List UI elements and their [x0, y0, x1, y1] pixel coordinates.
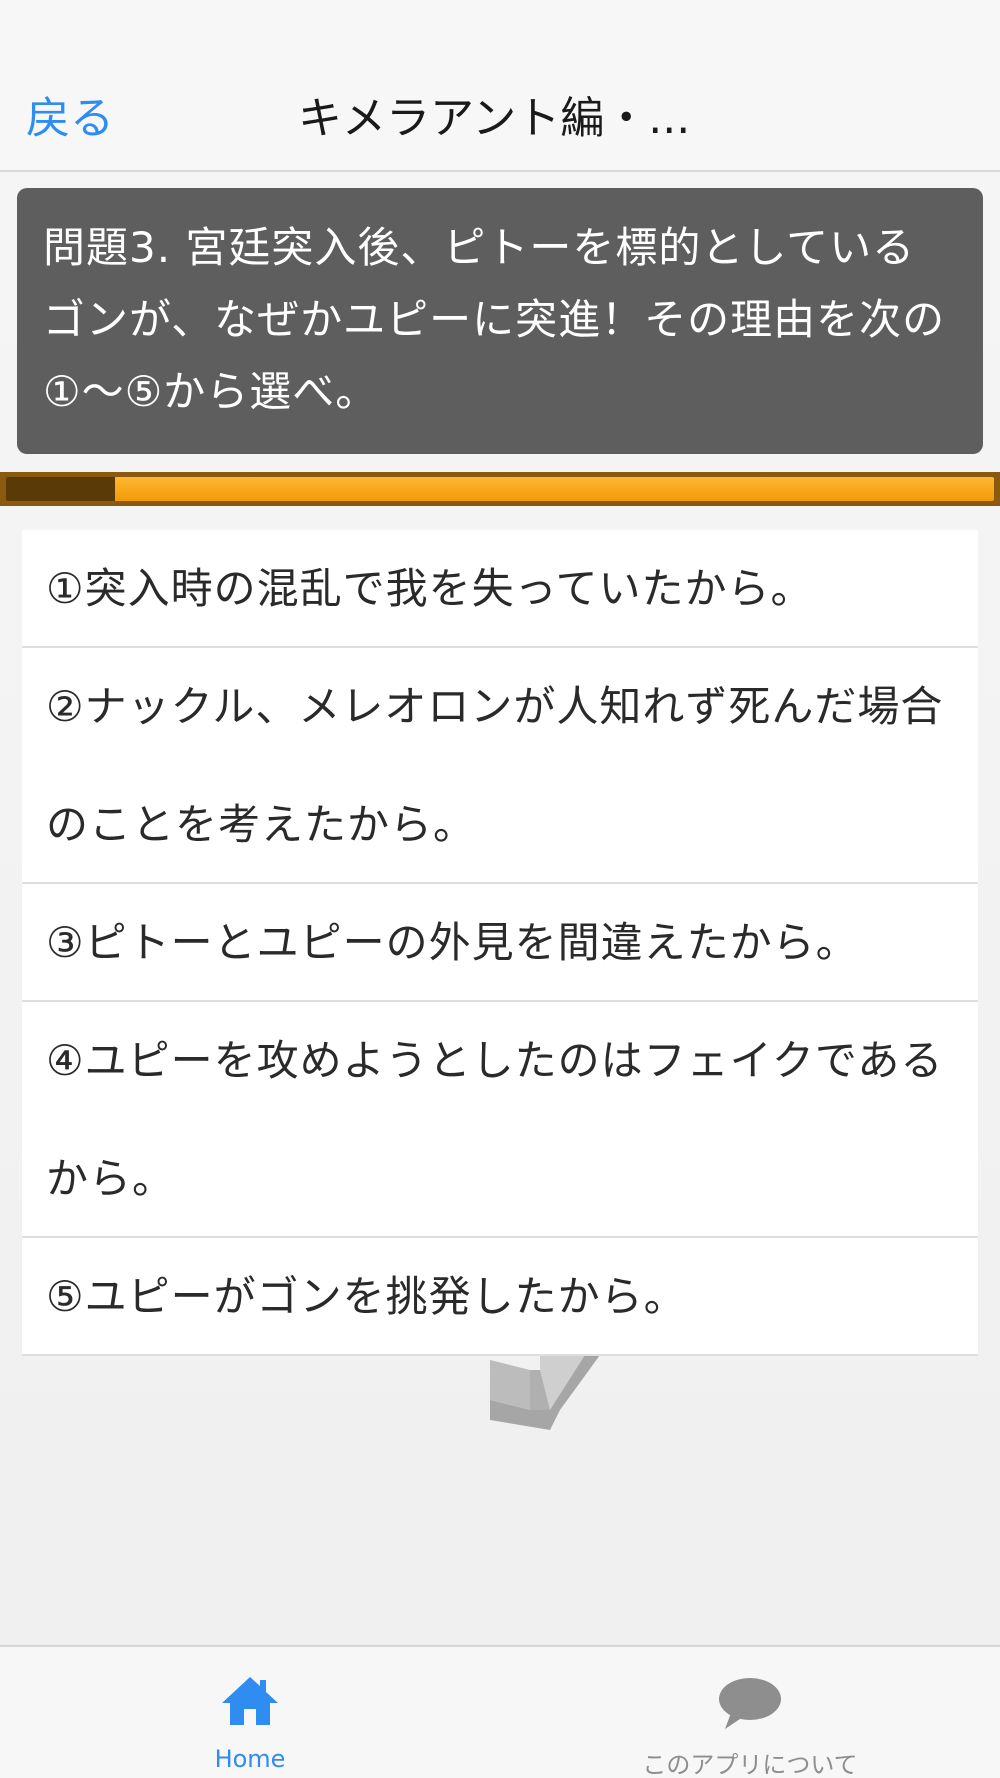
navigation-bar: 戻る キメラアント編・... [0, 0, 1000, 172]
timer-elapsed [6, 477, 115, 501]
home-icon [222, 1677, 278, 1725]
question-text: 問題3. 宮廷突入後、ピトーを標的としているゴンが、なぜかユピーに突進！その理由… [43, 223, 946, 416]
answer-option-1[interactable]: ①突入時の混乱で我を失っていたから。 [22, 530, 978, 648]
speech-bubble-icon [719, 1678, 781, 1729]
tab-home[interactable]: Home [150, 1647, 350, 1778]
answer-option-3[interactable]: ③ピトーとユピーの外見を間違えたから。 [22, 884, 978, 1002]
page-title: キメラアント編・... [298, 93, 691, 144]
question-box: 問題3. 宮廷突入後、ピトーを標的としているゴンが、なぜかユピーに突進！その理由… [17, 188, 983, 454]
quiz-screen: 戻る キメラアント編・... 問題3. 宮廷突入後、ピトーを標的としているゴンが… [0, 0, 1000, 1778]
timer-track [6, 477, 994, 501]
back-button[interactable]: 戻る [26, 82, 114, 146]
answer-option-5[interactable]: ⑤ユピーがゴンを挑発したから。 [22, 1238, 978, 1356]
answer-option-2[interactable]: ②ナックル、メレオロンが人知れず死んだ場合のことを考えたから。 [22, 648, 978, 884]
timer-bar [0, 472, 1000, 506]
tab-home-label: Home [214, 1745, 286, 1773]
tab-about-app[interactable]: このアプリについて [600, 1647, 900, 1778]
tab-bar: Home このアプリについて [0, 1645, 1000, 1778]
answer-option-4[interactable]: ④ユピーを攻めようとしたのはフェイクであるから。 [22, 1002, 978, 1238]
answer-options: ①突入時の混乱で我を失っていたから。 ②ナックル、メレオロンが人知れず死んだ場合… [22, 530, 978, 1356]
tab-about-label: このアプリについて [642, 1751, 858, 1778]
